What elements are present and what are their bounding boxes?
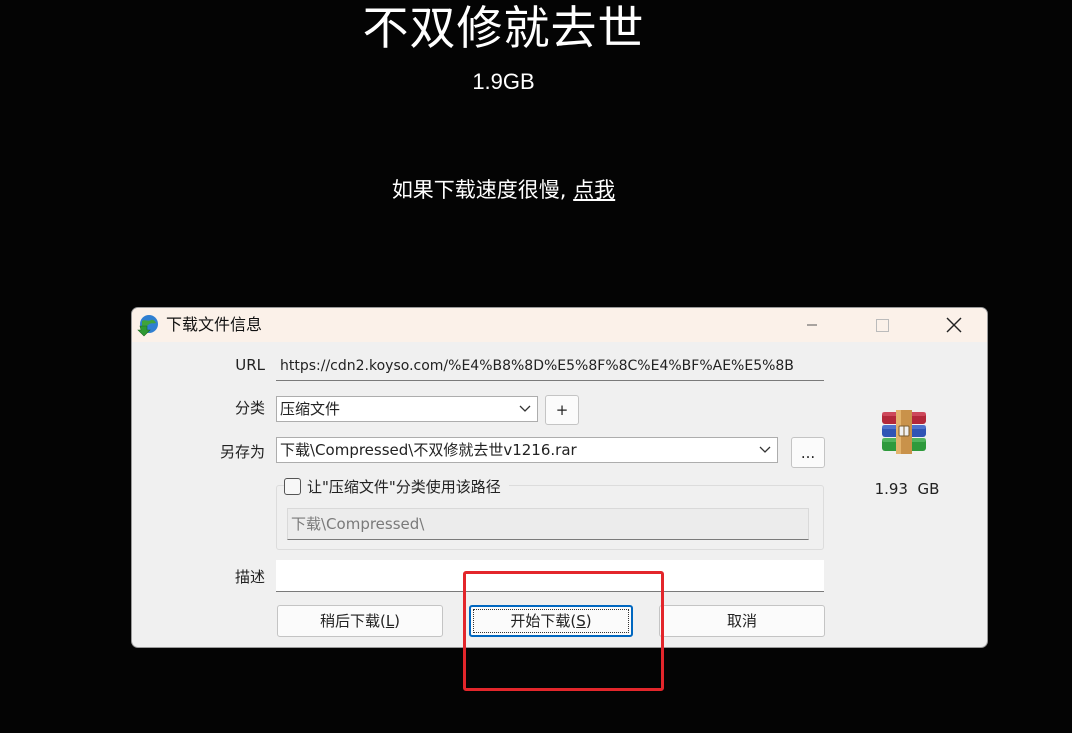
game-title: 不双修就去世 xyxy=(362,1,645,55)
description-input[interactable] xyxy=(276,560,824,592)
save-as-label: 另存为 xyxy=(219,443,265,461)
start-download-button[interactable]: 开始下载(S) xyxy=(469,605,633,637)
winrar-archive-icon xyxy=(882,410,926,454)
download-page: 不双修就去世 1.9GB 如果下载速度很慢, 点我 下载文件信息 URL htt… xyxy=(0,0,1072,733)
download-later-button[interactable]: 稍后下载(L) xyxy=(277,605,443,637)
category-value: 压缩文件 xyxy=(280,400,341,418)
browse-button[interactable]: ... xyxy=(791,437,825,468)
download-later-shortcut: L xyxy=(385,612,395,630)
remember-path-checkbox-row[interactable]: 让"压缩文件"分类使用该路径 xyxy=(284,474,509,500)
slow-download-hint: 如果下载速度很慢, 点我 xyxy=(0,174,1007,206)
url-field[interactable]: https://cdn2.koyso.com/%E4%B8%8D%E5%8F%8… xyxy=(276,351,824,381)
description-label: 描述 xyxy=(234,568,265,586)
slow-download-text: 如果下载速度很慢, xyxy=(391,178,567,202)
save-path-select[interactable]: 下载\Compressed\不双修就去世v1216.rar xyxy=(276,437,778,463)
save-path-value: 下载\Compressed\不双修就去世v1216.rar xyxy=(280,441,577,459)
game-size: 1.9GB xyxy=(472,69,535,94)
close-button[interactable] xyxy=(928,308,978,342)
url-label: URL xyxy=(235,356,265,374)
minimize-icon xyxy=(807,324,817,326)
dialog-title: 下载文件信息 xyxy=(166,315,263,334)
minimize-button[interactable] xyxy=(787,308,837,342)
dialog-titlebar[interactable]: 下载文件信息 xyxy=(132,308,987,342)
close-icon xyxy=(946,317,962,333)
download-later-paren: ) xyxy=(394,612,401,630)
slow-download-link[interactable]: 点我 xyxy=(573,178,615,202)
chevron-down-icon xyxy=(759,446,771,453)
maximize-button[interactable] xyxy=(857,308,907,342)
maximize-icon xyxy=(876,319,889,332)
category-select[interactable]: 压缩文件 xyxy=(276,396,538,422)
category-path-field: 下载\Compressed\ xyxy=(287,508,809,540)
category-label: 分类 xyxy=(234,399,265,417)
cancel-button[interactable]: 取消 xyxy=(659,605,825,637)
remember-path-label: 让"压缩文件"分类使用该路径 xyxy=(307,478,501,496)
add-category-button[interactable]: + xyxy=(545,395,579,425)
file-size: 1.93 GB xyxy=(874,480,940,498)
chevron-down-icon xyxy=(519,405,531,412)
download-file-info-dialog: 下载文件信息 URL https://cdn2.koyso.com/%E4%B8… xyxy=(131,307,988,648)
idm-app-icon xyxy=(137,315,158,337)
focus-ring xyxy=(473,609,629,633)
download-later-label: 稍后下载( xyxy=(319,612,386,630)
remember-path-checkbox[interactable] xyxy=(284,478,301,495)
